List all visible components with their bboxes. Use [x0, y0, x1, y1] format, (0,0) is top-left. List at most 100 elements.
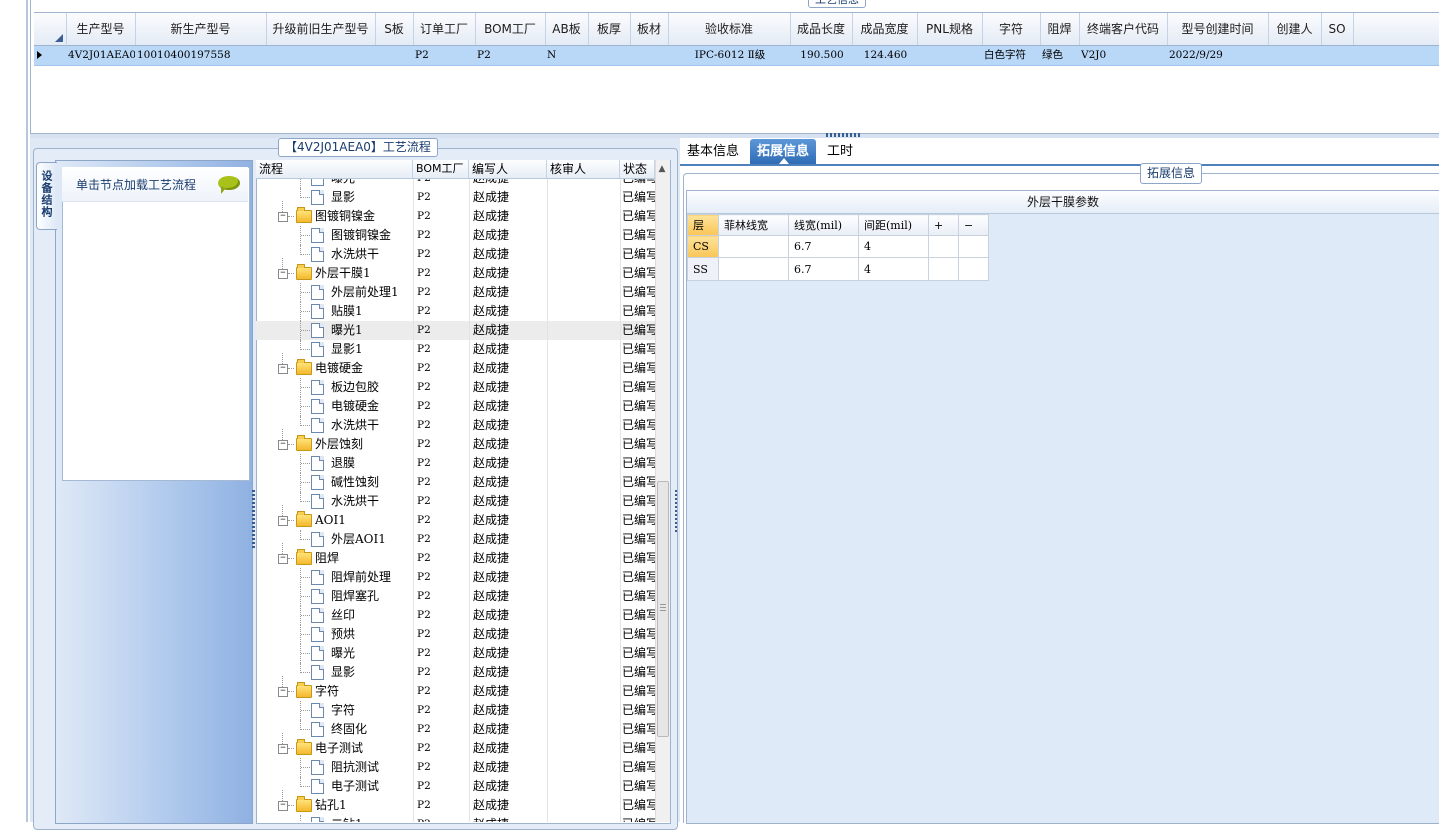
tree-column-header[interactable]: 状态	[620, 160, 655, 178]
table-cell[interactable]: P2	[415, 46, 475, 65]
tree-node-step[interactable]: 电子测试 P2 赵成捷 已编写	[256, 777, 655, 796]
tree-node-group[interactable]: − 阻焊 P2 赵成捷 已编写	[256, 543, 655, 568]
table-cell[interactable]: 白色字符	[984, 46, 1040, 65]
table-cell[interactable]	[1270, 46, 1321, 65]
table-cell[interactable]: 4V2J01AEA0	[68, 46, 135, 65]
param-cell[interactable]	[928, 257, 959, 281]
grid-select-all-corner[interactable]	[34, 12, 67, 46]
column-header[interactable]: 终端客户代码	[1079, 13, 1168, 45]
column-header[interactable]: S板	[375, 13, 414, 45]
column-header[interactable]: PNL规格	[917, 13, 983, 45]
param-column-header[interactable]: 线宽(mil)	[788, 214, 859, 236]
tree-column-header[interactable]: 核审人	[547, 160, 620, 178]
table-cell[interactable]: 2022/9/29	[1169, 46, 1268, 65]
column-header[interactable]: 生产型号	[66, 13, 136, 45]
tree-node-group[interactable]: − 外层蚀刻 P2 赵成捷 已编写	[256, 429, 655, 454]
param-column-header[interactable]: 间距(mil)	[858, 214, 929, 236]
tree-node-step[interactable]: 水洗烘干 P2 赵成捷 已编写	[256, 245, 655, 264]
tree-node-group[interactable]: − 字符 P2 赵成捷 已编写	[256, 676, 655, 701]
tree-node-group[interactable]: − 钻孔1 P2 赵成捷 已编写	[256, 790, 655, 815]
table-row[interactable]: CS 6.7 4	[687, 235, 989, 258]
tree-node-step[interactable]: 阻焊塞孔 P2 赵成捷 已编写	[256, 587, 655, 606]
tree-node-step[interactable]: 显影 P2 赵成捷 已编写	[256, 663, 655, 682]
table-cell[interactable]	[1323, 46, 1353, 65]
collapse-toggle-icon[interactable]: −	[278, 440, 288, 450]
tree-node-step[interactable]: 电镀硬金 P2 赵成捷 已编写	[256, 397, 655, 416]
param-cell[interactable]	[958, 257, 989, 281]
param-cell[interactable]: 6.7	[788, 257, 859, 281]
collapse-toggle-icon[interactable]: −	[278, 801, 288, 811]
table-cell[interactable]: 10010400197558	[137, 46, 266, 65]
tree-node-step[interactable]: 显影1 P2 赵成捷 已编写	[256, 340, 655, 359]
column-header[interactable]: AB板	[545, 13, 589, 45]
table-cell[interactable]: V2J0	[1081, 46, 1167, 65]
tree-node-group[interactable]: − AOI1 P2 赵成捷 已编写	[256, 505, 655, 530]
tree-node-step[interactable]: 显影 P2 赵成捷 已编写	[256, 188, 655, 207]
table-cell[interactable]	[919, 46, 982, 65]
collapse-toggle-icon[interactable]: −	[278, 364, 288, 374]
tree-node-step[interactable]: 二钻1 P2 赵成捷 已编写	[256, 815, 655, 822]
tree-node-step[interactable]: 板边包胶 P2 赵成捷 已编写	[256, 378, 655, 397]
collapse-toggle-icon[interactable]: −	[278, 269, 288, 279]
param-column-header[interactable]: 菲林线宽	[718, 214, 789, 236]
column-header[interactable]: 订单工厂	[413, 13, 476, 45]
tree-node-step[interactable]: 曝光 P2 赵成捷 已编写	[256, 644, 655, 663]
layer-cell[interactable]: CS	[687, 235, 719, 258]
collapse-toggle-icon[interactable]: −	[278, 744, 288, 754]
param-cell[interactable]	[718, 235, 789, 258]
param-column-header[interactable]: 层	[687, 214, 719, 236]
column-header[interactable]: 板厚	[588, 13, 631, 45]
add-column-button[interactable]: +	[928, 214, 959, 236]
column-header[interactable]: SO	[1321, 13, 1354, 45]
tree-node-step[interactable]: 水洗烘干 P2 赵成捷 已编写	[256, 416, 655, 435]
table-cell[interactable]: 190.500	[792, 46, 852, 65]
tree-node-step[interactable]: 阻焊前处理 P2 赵成捷 已编写	[256, 568, 655, 587]
tree-node-step[interactable]: 外层前处理1 P2 赵成捷 已编写	[256, 283, 655, 302]
table-cell[interactable]: P2	[477, 46, 545, 65]
column-header[interactable]: BOM工厂	[475, 13, 546, 45]
param-cell[interactable]	[958, 235, 989, 258]
column-header[interactable]: 成品宽度	[852, 13, 918, 45]
param-cell[interactable]: 4	[858, 257, 929, 281]
tab-basic-info[interactable]: 基本信息	[680, 139, 746, 164]
column-header[interactable]: 阻焊	[1040, 13, 1080, 45]
tree-node-group[interactable]: − 图镀铜镍金 P2 赵成捷 已编写	[256, 201, 655, 226]
table-row[interactable]: SS 6.7 4	[687, 257, 989, 281]
panel-splitter-grip-icon[interactable]	[252, 490, 255, 550]
param-cell[interactable]	[718, 257, 789, 281]
tree-node-step[interactable]: 丝印 P2 赵成捷 已编写	[256, 606, 655, 625]
tree-node-step[interactable]: 退膜 P2 赵成捷 已编写	[256, 454, 655, 473]
table-row[interactable]: 4V2J01AEA0 10010400197558 P2 P2 N IPC-6012 Ⅱ级…	[34, 46, 1439, 66]
splitter-grip-icon[interactable]	[826, 133, 862, 137]
layer-cell[interactable]: SS	[687, 257, 719, 281]
table-cell[interactable]	[377, 46, 413, 65]
tree-node-step[interactable]: 贴膜1 P2 赵成捷 已编写	[256, 302, 655, 321]
scroll-up-arrow-icon[interactable]: ▲	[655, 162, 669, 176]
column-header[interactable]: 型号创建时间	[1167, 13, 1269, 45]
column-header[interactable]: 成品长度	[790, 13, 853, 45]
column-header[interactable]: 板材	[630, 13, 669, 45]
table-cell[interactable]: IPC-6012 Ⅱ级	[670, 46, 790, 65]
remove-column-button[interactable]: −	[958, 214, 989, 236]
tree-node-step[interactable]: 终固化 P2 赵成捷 已编写	[256, 720, 655, 739]
table-cell[interactable]	[590, 46, 630, 65]
param-cell[interactable]: 6.7	[788, 235, 859, 258]
scrollbar-thumb[interactable]	[657, 481, 669, 737]
column-header[interactable]: 验收标准	[668, 13, 791, 45]
param-cell[interactable]	[928, 235, 959, 258]
collapse-toggle-icon[interactable]: −	[278, 212, 288, 222]
tree-node-step[interactable]: 碱性蚀刻 P2 赵成捷 已编写	[256, 473, 655, 492]
collapse-toggle-icon[interactable]: −	[278, 516, 288, 526]
tree-node-step[interactable]: 字符 P2 赵成捷 已编写	[256, 701, 655, 720]
column-header[interactable]: 新生产型号	[135, 13, 267, 45]
tree-node-step[interactable]: 曝光1 P2 赵成捷 已编写	[256, 321, 655, 340]
tree-node-step[interactable]: 阻抗测试 P2 赵成捷 已编写	[256, 758, 655, 777]
column-header[interactable]: 创建人	[1268, 13, 1322, 45]
collapse-toggle-icon[interactable]: −	[278, 687, 288, 697]
tree-node-group[interactable]: − 电镀硬金 P2 赵成捷 已编写	[256, 353, 655, 378]
column-header[interactable]: 升级前旧生产型号	[266, 13, 376, 45]
table-cell[interactable]: N	[547, 46, 588, 65]
tree-node-step[interactable]: 水洗烘干 P2 赵成捷 已编写	[256, 492, 655, 511]
table-cell[interactable]: 124.460	[854, 46, 917, 65]
table-cell[interactable]	[632, 46, 668, 65]
